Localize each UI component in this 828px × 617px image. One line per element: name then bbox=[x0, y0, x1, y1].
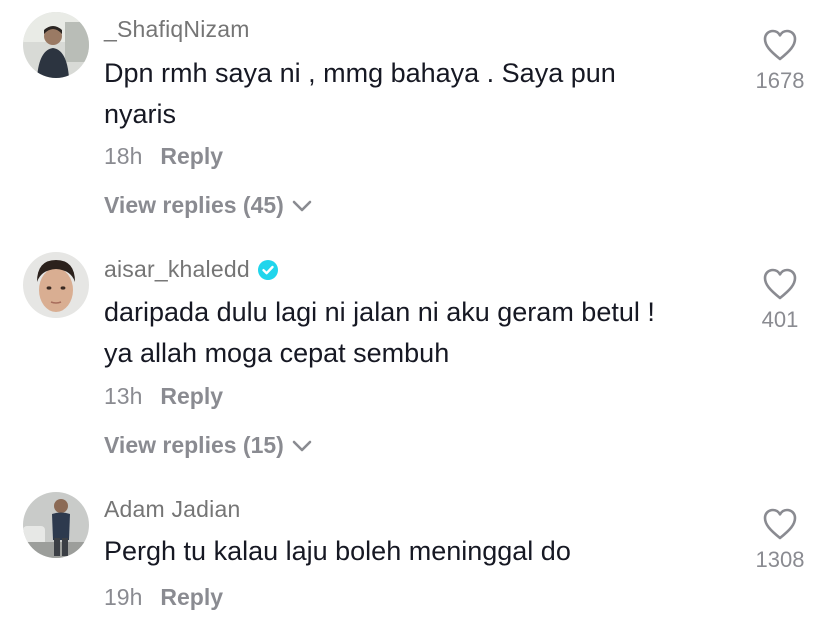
chevron-down-icon bbox=[292, 439, 312, 453]
comment-username[interactable]: Adam Jadian bbox=[104, 496, 240, 523]
like-count: 1308 bbox=[755, 547, 805, 572]
heart-outline-icon[interactable] bbox=[762, 507, 798, 541]
avatar[interactable] bbox=[23, 252, 89, 318]
heart-outline-icon[interactable] bbox=[762, 267, 798, 301]
reply-button[interactable]: Reply bbox=[160, 584, 223, 610]
username-text: _ShafiqNizam bbox=[104, 16, 250, 42]
like-control: 401 bbox=[740, 267, 820, 333]
reply-button[interactable]: Reply bbox=[160, 143, 223, 169]
avatar-image bbox=[23, 12, 89, 78]
avatar-image bbox=[23, 492, 89, 558]
comment-username[interactable]: aisar_khaledd bbox=[104, 256, 279, 283]
comment-time: 19h bbox=[104, 584, 143, 610]
comment-text: Pergh tu kalau laju boleh meninggal do bbox=[104, 536, 571, 566]
comment-meta: 18h Reply bbox=[104, 143, 223, 170]
username-text: aisar_khaledd bbox=[104, 256, 250, 282]
comment-meta: 13h Reply bbox=[104, 383, 223, 410]
avatar[interactable] bbox=[23, 12, 89, 78]
view-replies-button[interactable]: View replies (45) bbox=[104, 192, 312, 219]
like-count: 401 bbox=[761, 307, 799, 332]
like-control: 1308 bbox=[740, 507, 820, 573]
avatar-image bbox=[23, 252, 89, 318]
view-replies-label: View replies (45) bbox=[104, 192, 284, 218]
avatar[interactable] bbox=[23, 492, 89, 558]
comment-meta: 19h Reply bbox=[104, 584, 223, 611]
like-count: 1678 bbox=[755, 68, 805, 93]
view-replies-button[interactable]: View replies (15) bbox=[104, 432, 312, 459]
comment-text: Dpn rmh saya ni , mmg bahaya . Saya pun … bbox=[104, 58, 616, 129]
comment-time: 18h bbox=[104, 143, 143, 169]
verified-badge-icon bbox=[257, 259, 279, 281]
username-text: Adam Jadian bbox=[104, 496, 241, 522]
comment-time: 13h bbox=[104, 383, 143, 409]
chevron-down-icon bbox=[292, 199, 312, 213]
comment-username[interactable]: _ShafiqNizam bbox=[104, 16, 250, 43]
comment-text: daripada dulu lagi ni jalan ni aku geram… bbox=[104, 297, 655, 368]
heart-outline-icon[interactable] bbox=[762, 28, 798, 62]
view-replies-label: View replies (15) bbox=[104, 432, 284, 458]
like-control: 1678 bbox=[740, 28, 820, 94]
reply-button[interactable]: Reply bbox=[160, 383, 223, 409]
